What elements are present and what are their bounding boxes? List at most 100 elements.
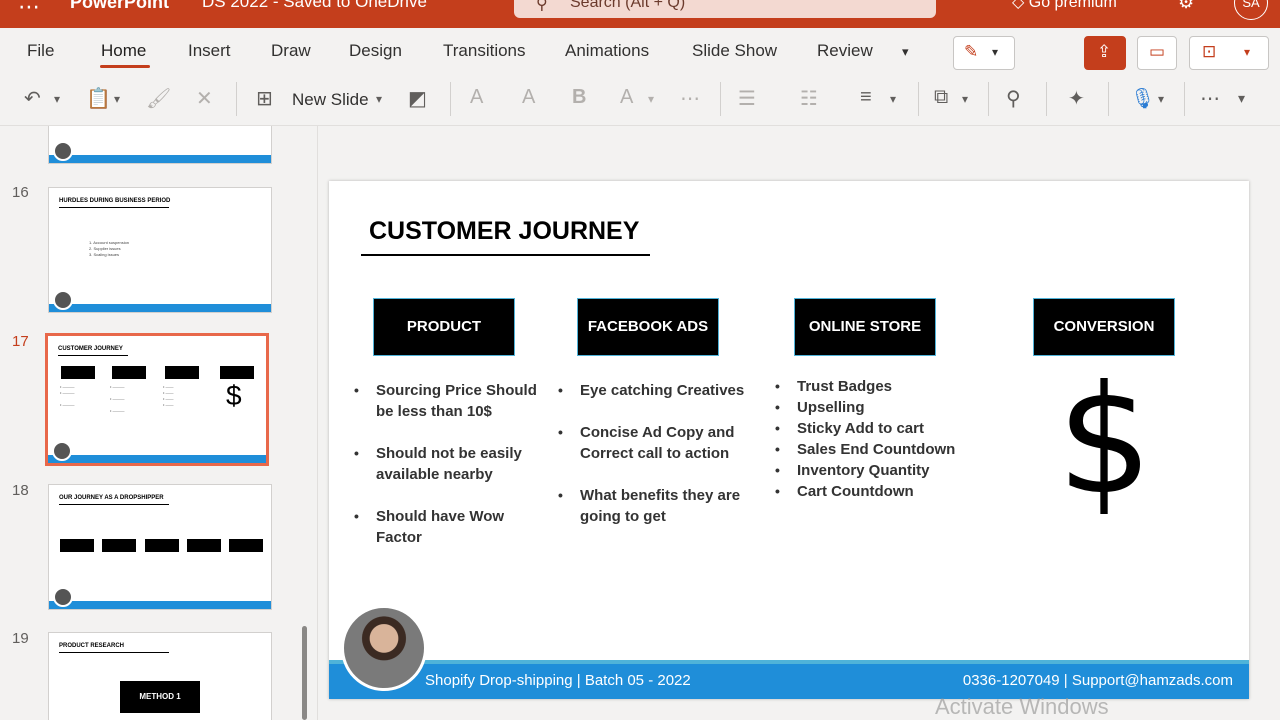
chevron-down-icon: ▾ [992, 45, 999, 59]
shapes-chevron-icon[interactable]: ▾ [962, 92, 968, 106]
ribbon-separator [236, 82, 237, 116]
slide-number: 19 [12, 630, 29, 647]
settings-gear-icon[interactable]: ⚙ [1178, 0, 1194, 13]
delete-icon[interactable]: ✕ [196, 86, 213, 111]
find-icon[interactable]: ⚲ [1006, 86, 1021, 111]
collapse-ribbon-chevron-icon[interactable]: ▾ [1238, 90, 1245, 107]
tab-transitions[interactable]: Transitions [443, 41, 526, 61]
format-painter-icon[interactable]: 🖌 [146, 86, 171, 111]
dictate-chevron-icon[interactable]: ▾ [1158, 92, 1164, 106]
search-box[interactable]: ⚲ Search (Alt + Q) [514, 0, 936, 18]
slide-thumbnail-19[interactable]: PRODUCT RESEARCH METHOD 1 [48, 632, 272, 720]
slide-thumbnail-15[interactable] [48, 126, 272, 164]
shapes-icon[interactable]: ⧉ [934, 86, 948, 109]
thumb-list: • ——— • ——— • ——— [60, 384, 75, 407]
thumb-list-item: 3. Scaling issues [89, 252, 120, 257]
tab-animations[interactable]: Animations [565, 41, 649, 61]
column-header-online-store[interactable]: ONLINE STORE [794, 298, 936, 356]
column-header-facebook-ads[interactable]: FACEBOOK ADS [577, 298, 719, 356]
list-item: Sticky Add to cart [775, 418, 975, 439]
thumb-method-box: METHOD 1 [120, 681, 200, 713]
column-header-product[interactable]: PRODUCT [373, 298, 515, 356]
account-avatar[interactable]: SA [1234, 0, 1268, 20]
tab-insert[interactable]: Insert [188, 41, 231, 61]
undo-chevron-icon[interactable]: ▾ [54, 92, 60, 106]
document-title[interactable]: DS 2022 - Saved to OneDrive [202, 0, 427, 12]
numbering-icon[interactable]: ☷ [800, 86, 818, 111]
slide-title-underline [361, 254, 650, 256]
thumb-title: PRODUCT RESEARCH [59, 643, 125, 649]
activate-windows-watermark: Activate Windows [935, 694, 1109, 719]
product-list[interactable]: Sourcing Price Should be less than 10$ S… [354, 380, 539, 548]
slide-footer: Shopify Drop-shipping | Batch 05 - 2022 … [329, 660, 1249, 699]
more-tabs-chevron-icon[interactable]: ▾ [902, 44, 909, 60]
font-color-chevron-icon[interactable]: ▾ [648, 92, 654, 106]
app-launcher-icon[interactable]: ⋯ [18, 0, 41, 20]
tab-slide-show[interactable]: Slide Show [692, 41, 777, 61]
thumb-box [187, 539, 221, 552]
align-icon[interactable]: ≡ [860, 86, 872, 109]
slide-canvas[interactable]: CUSTOMER JOURNEY PRODUCT FACEBOOK ADS ON… [329, 181, 1249, 699]
new-slide-button[interactable]: New Slide [292, 90, 369, 110]
font-color-icon[interactable]: A [620, 86, 633, 109]
list-item: Sourcing Price Should be less than 10$ [354, 380, 539, 422]
new-slide-chevron-icon[interactable]: ▾ [376, 92, 382, 106]
align-chevron-icon[interactable]: ▾ [890, 92, 896, 106]
list-item: Should not be easily available nearby [354, 443, 539, 485]
thumb-avatar [53, 141, 73, 161]
present-icon: ⊡ [1202, 42, 1217, 61]
ribbon-commands: ↶ ▾ 📋 ▾ 🖌 ✕ ⊞ New Slide ▾ ◩ A A B A ▾ ⋯ … [0, 72, 1280, 126]
ribbon-separator [1184, 82, 1185, 116]
grow-font-icon[interactable]: A [470, 86, 483, 109]
comments-button[interactable]: ▭ [1137, 36, 1177, 70]
undo-icon[interactable]: ↶ [24, 86, 41, 111]
tab-design[interactable]: Design [349, 41, 402, 61]
bold-icon[interactable]: B [572, 86, 586, 109]
slide-thumbnail-18[interactable]: OUR JOURNEY AS A DROPSHIPPER [48, 484, 272, 610]
thumb-footer [49, 304, 271, 312]
ribbon-separator [918, 82, 919, 116]
go-premium-link[interactable]: ◇ Go premium [1012, 0, 1117, 12]
presenter-photo[interactable] [341, 605, 427, 691]
tab-draw[interactable]: Draw [271, 41, 311, 61]
dictate-icon[interactable]: 🎙 [1130, 86, 1155, 111]
slide-thumbnails-pane: 16 HURDLES DURING BUSINESS PERIOD 1. Acc… [0, 126, 318, 720]
thumb-box [102, 539, 136, 552]
more-font-options-icon[interactable]: ⋯ [680, 86, 700, 111]
share-button[interactable]: ⇪ [1084, 36, 1126, 70]
tab-home[interactable]: Home [101, 41, 146, 61]
new-slide-icon[interactable]: ⊞ [256, 86, 273, 111]
app-name[interactable]: PowerPoint [70, 0, 169, 13]
layout-icon[interactable]: ◩ [408, 86, 427, 111]
more-options-icon[interactable]: ⋯ [1200, 86, 1220, 111]
pencil-icon: ✎ [964, 42, 979, 61]
bullets-icon[interactable]: ☰ [738, 86, 756, 111]
thumb-title: CUSTOMER JOURNEY [58, 346, 123, 352]
thumb-footer [49, 601, 271, 609]
thumb-title-line [59, 652, 169, 653]
slide-title[interactable]: CUSTOMER JOURNEY [369, 217, 639, 246]
slide-thumbnail-17[interactable]: CUSTOMER JOURNEY • ——— • ——— • ——— • ——— • … [45, 333, 269, 466]
thumb-title-line [59, 207, 169, 208]
slide-thumbnail-16[interactable]: HURDLES DURING BUSINESS PERIOD 1. Accoun… [48, 187, 272, 313]
column-header-conversion[interactable]: CONVERSION [1033, 298, 1175, 356]
facebook-ads-list[interactable]: Eye catching Creatives Concise Ad Copy a… [558, 380, 748, 527]
tab-review[interactable]: Review [817, 41, 873, 61]
title-bar: ⋯ PowerPoint DS 2022 - Saved to OneDrive… [0, 0, 1280, 28]
slide-number: 17 [12, 333, 29, 350]
paste-icon[interactable]: 📋 [86, 86, 111, 111]
editing-mode-button[interactable]: ✎ ▾ [953, 36, 1015, 70]
search-placeholder: Search (Alt + Q) [570, 0, 686, 11]
pane-scrollbar[interactable] [302, 626, 307, 720]
share-icon: ⇪ [1097, 42, 1112, 61]
dollar-icon[interactable]: $ [1057, 366, 1152, 516]
footer-right-text: 0336-1207049 | Support@hamzads.com [962, 672, 1233, 689]
shrink-font-icon[interactable]: A [522, 86, 535, 109]
present-button[interactable]: ⊡ ▾ [1189, 36, 1269, 70]
designer-icon[interactable]: ✦ [1068, 86, 1085, 111]
list-item: What benefits they are going to get [558, 485, 748, 527]
paste-chevron-icon[interactable]: ▾ [114, 92, 120, 106]
thumb-title: HURDLES DURING BUSINESS PERIOD [59, 198, 171, 204]
tab-file[interactable]: File [27, 41, 54, 61]
online-store-list[interactable]: Trust Badges Upselling Sticky Add to car… [775, 376, 975, 502]
